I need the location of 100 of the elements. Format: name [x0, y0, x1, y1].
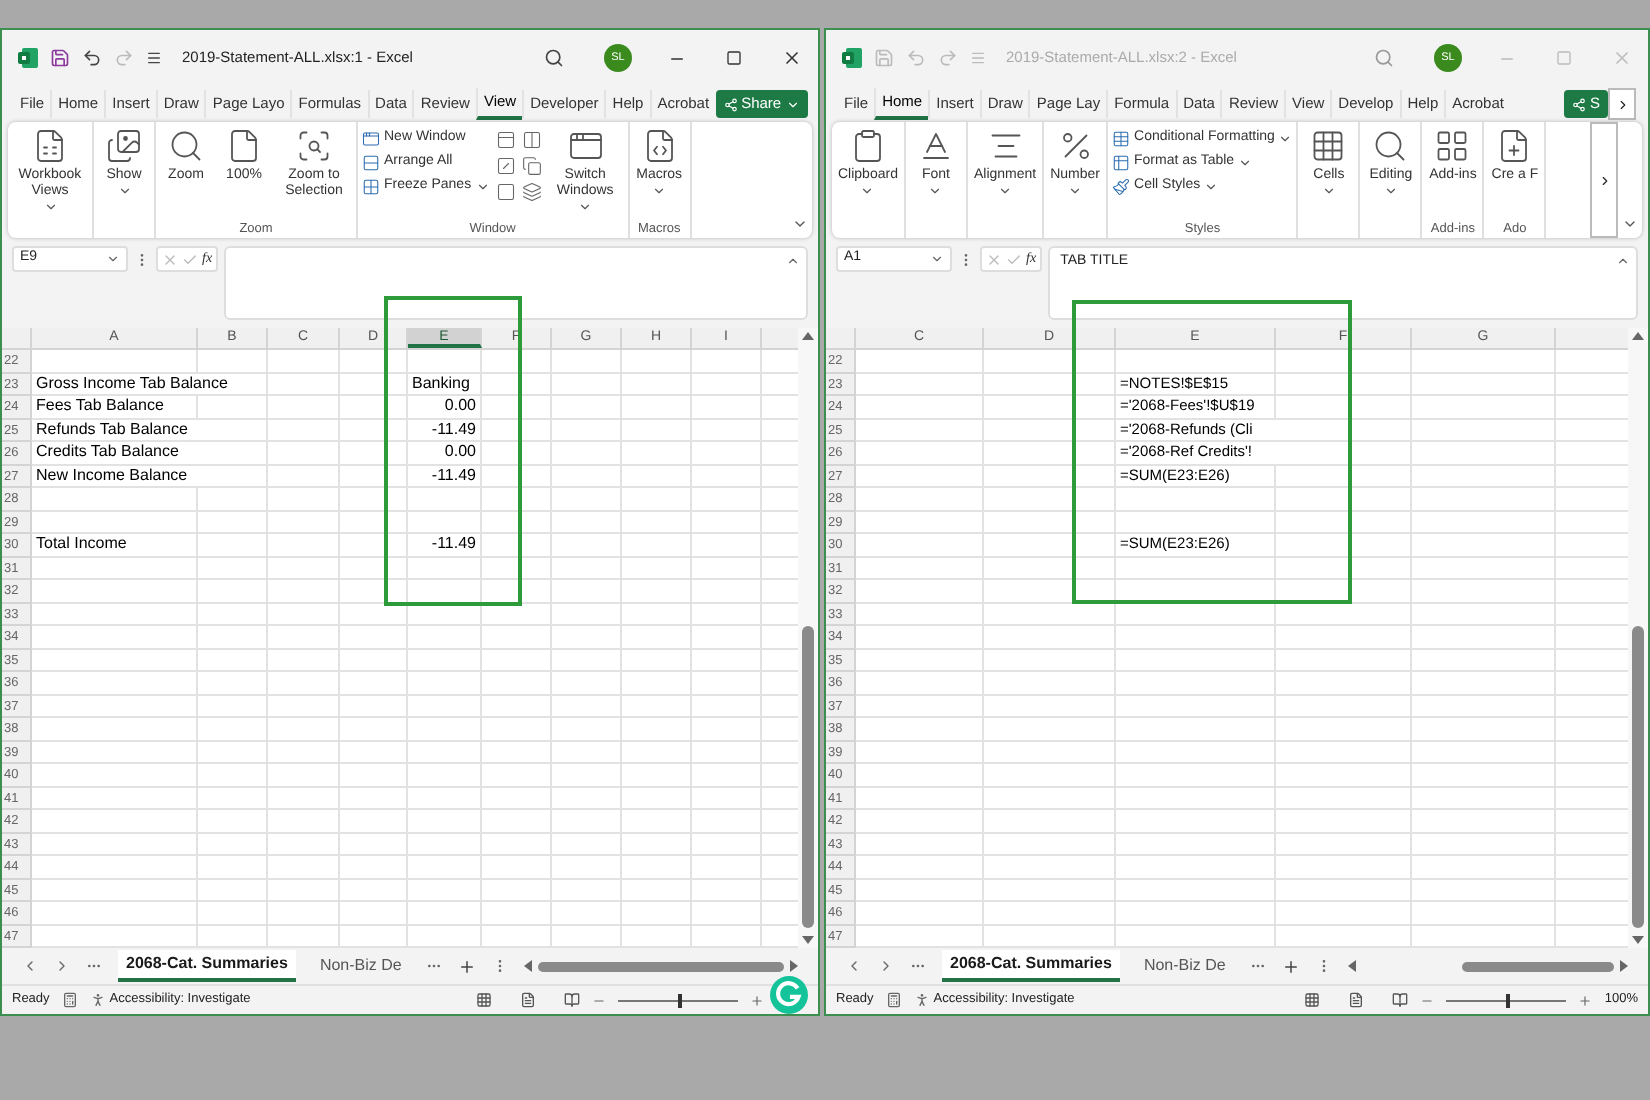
grid-cell[interactable] [1412, 534, 1556, 557]
grid-cell[interactable] [198, 511, 268, 534]
grid-cell[interactable] [408, 787, 482, 810]
grid-cell[interactable] [482, 465, 552, 488]
grid-cell[interactable] [856, 442, 984, 465]
grid-cell[interactable] [1412, 511, 1556, 534]
sheet-tab[interactable]: 2068-Cat. Summaries [942, 950, 1120, 982]
grid-cell[interactable] [198, 626, 268, 649]
grid-cell[interactable] [482, 557, 552, 580]
grid-cell[interactable] [1412, 856, 1556, 879]
page-layout-icon[interactable] [520, 992, 536, 1008]
grid-cell[interactable] [268, 534, 340, 557]
grid-cell[interactable] [1276, 672, 1412, 695]
grid-cell[interactable] [552, 396, 622, 419]
page-break-icon[interactable] [1392, 992, 1409, 1008]
grid-cell[interactable] [856, 465, 984, 488]
grid-cell[interactable] [1116, 626, 1276, 649]
grid-cell[interactable] [32, 764, 198, 787]
grid-cell[interactable] [1116, 902, 1276, 925]
grid-cell[interactable] [984, 626, 1116, 649]
grid-cell[interactable] [340, 534, 408, 557]
grid-cell[interactable] [622, 649, 692, 672]
grid-cell[interactable] [32, 672, 198, 695]
grid-cell[interactable] [268, 557, 340, 580]
grid-cell[interactable] [552, 741, 622, 764]
save-icon[interactable] [50, 48, 70, 68]
grid-cell[interactable] [268, 442, 340, 465]
grid-cell[interactable] [1116, 787, 1276, 810]
grid-cell[interactable] [622, 787, 692, 810]
grid-cell[interactable] [856, 626, 984, 649]
grid-cell[interactable] [1276, 373, 1412, 396]
redo-icon[interactable] [938, 48, 958, 68]
grid-cell[interactable] [268, 350, 340, 373]
grid-cell[interactable]: New Income Balance [32, 465, 268, 488]
grid-cell[interactable] [622, 810, 692, 833]
grid-cell[interactable] [1412, 902, 1556, 925]
grid-cell[interactable] [856, 741, 984, 764]
grid-cell[interactable] [482, 764, 552, 787]
grid-cell[interactable]: 0.00 [408, 396, 482, 419]
grid-cell[interactable] [552, 879, 622, 902]
grid-cell[interactable] [552, 833, 622, 856]
grid-cell[interactable] [408, 718, 482, 741]
grid-cell[interactable] [622, 373, 692, 396]
grid-cell[interactable] [692, 534, 762, 557]
search-icon[interactable] [544, 48, 564, 68]
grid-cell[interactable] [552, 580, 622, 603]
grid-cell[interactable] [408, 879, 482, 902]
grid-cell[interactable] [856, 764, 984, 787]
grid-cell[interactable] [1276, 649, 1412, 672]
grid-cell[interactable] [856, 396, 984, 419]
grid-cell[interactable] [482, 373, 552, 396]
grid-cell[interactable] [408, 350, 482, 373]
grid-cell[interactable] [198, 787, 268, 810]
grid-cell[interactable] [482, 879, 552, 902]
grid-cell[interactable] [622, 764, 692, 787]
grid-cell[interactable] [198, 488, 268, 511]
grid-cell[interactable] [340, 764, 408, 787]
grid-cell[interactable] [408, 902, 482, 925]
grid-cell[interactable] [622, 833, 692, 856]
grid-cell[interactable] [1116, 856, 1276, 879]
grid-cell[interactable] [268, 419, 340, 442]
grid-cell[interactable] [482, 902, 552, 925]
grid-cell[interactable] [692, 810, 762, 833]
page-layout-icon[interactable] [1348, 992, 1365, 1008]
grid-cell[interactable] [482, 810, 552, 833]
grid-cell[interactable] [692, 419, 762, 442]
grid-cell[interactable] [198, 833, 268, 856]
grid-cell[interactable] [482, 488, 552, 511]
previous-sheet-icon[interactable] [22, 958, 38, 974]
grid-cell[interactable] [622, 672, 692, 695]
grid-cell[interactable] [1412, 879, 1556, 902]
grid-cell[interactable] [622, 718, 692, 741]
grid-cell[interactable] [552, 488, 622, 511]
grid-cell[interactable] [268, 465, 340, 488]
grid-cell[interactable] [1276, 695, 1412, 718]
grid-cell[interactable] [622, 879, 692, 902]
grid-cell[interactable] [984, 511, 1116, 534]
grid-cell[interactable] [1276, 787, 1412, 810]
grid-cell[interactable] [1276, 488, 1412, 511]
grid-cell[interactable] [552, 465, 622, 488]
grid-cell[interactable] [32, 810, 198, 833]
cancel-icon[interactable] [986, 251, 1002, 267]
grid-cell[interactable] [268, 373, 340, 396]
grid-cell[interactable] [552, 626, 622, 649]
grid-cell[interactable] [622, 580, 692, 603]
grid-cell[interactable] [482, 603, 552, 626]
grid-cell[interactable] [856, 718, 984, 741]
grid-cell[interactable] [984, 833, 1116, 856]
grid-cell[interactable] [198, 672, 268, 695]
grid-cell[interactable] [340, 649, 408, 672]
grid-cell[interactable] [984, 787, 1116, 810]
add-sheet-icon[interactable] [457, 957, 476, 975]
cancel-icon[interactable] [162, 251, 178, 267]
grid-cell[interactable] [198, 557, 268, 580]
grid-cell[interactable]: Gross Income Tab Balance [32, 373, 268, 396]
grid-cell[interactable] [408, 810, 482, 833]
grid-cell[interactable] [692, 833, 762, 856]
grid-cell[interactable] [552, 373, 622, 396]
slashed-square-icon[interactable] [495, 156, 516, 176]
grid-cell[interactable] [552, 603, 622, 626]
